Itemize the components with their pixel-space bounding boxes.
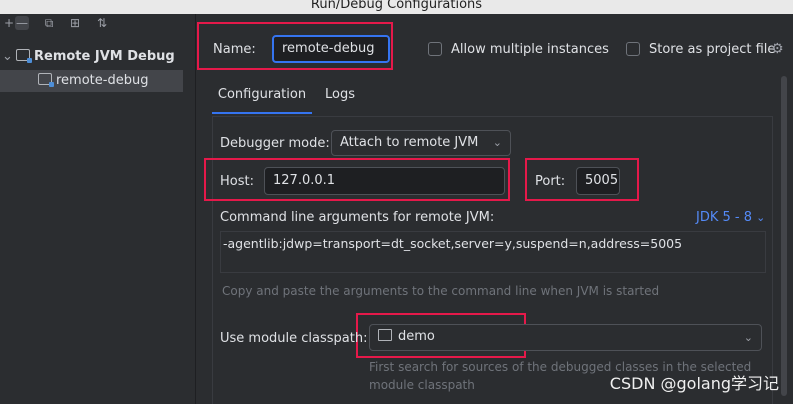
chevron-down-icon: ⌄ bbox=[492, 136, 502, 149]
module-hint-line2: module classpath bbox=[369, 378, 475, 392]
module-classpath-dropdown[interactable]: demo ⌄ bbox=[369, 324, 762, 351]
tree-item-label: remote-debug bbox=[56, 73, 149, 88]
debugger-mode-dropdown[interactable]: Attach to remote JVM ⌄ bbox=[331, 130, 511, 156]
tab-logs[interactable]: Logs bbox=[322, 80, 358, 112]
remove-icon[interactable]: — bbox=[15, 16, 29, 30]
cmd-args-field[interactable]: -agentlib:jdwp=transport=dt_socket,serve… bbox=[220, 231, 766, 273]
jdk-version-selector[interactable]: JDK 5 - 8 ⌄ bbox=[696, 210, 765, 225]
chevron-down-icon: ⌄ bbox=[743, 331, 753, 344]
cmd-args-hint: Copy and paste the arguments to the comm… bbox=[222, 284, 660, 298]
cmd-args-label: Command line arguments for remote JVM: bbox=[220, 210, 495, 225]
vertical-scrollbar[interactable] bbox=[781, 76, 787, 396]
store-project-checkbox[interactable] bbox=[626, 42, 640, 56]
port-field[interactable]: 5005 bbox=[576, 167, 620, 195]
module-folder-icon bbox=[378, 329, 392, 341]
host-label: Host: bbox=[220, 174, 254, 189]
name-label: Name: bbox=[213, 42, 256, 57]
folder-add-icon[interactable]: ⊞ bbox=[68, 16, 82, 30]
add-icon[interactable]: + bbox=[2, 16, 16, 30]
allow-multiple-checkbox[interactable] bbox=[428, 42, 442, 56]
jdk-version-label: JDK 5 - 8 bbox=[696, 210, 752, 225]
chevron-down-icon: ⌄ bbox=[756, 211, 766, 224]
port-label: Port: bbox=[535, 174, 566, 189]
host-field[interactable]: 127.0.0.1 bbox=[264, 167, 505, 195]
gear-icon[interactable]: ⚙ bbox=[771, 41, 784, 57]
tree-group-remote-jvm-debug[interactable]: ⌄ Remote JVM Debug bbox=[0, 46, 183, 68]
remote-debug-config-icon bbox=[16, 49, 32, 63]
allow-multiple-label: Allow multiple instances bbox=[451, 42, 609, 57]
watermark: CSDN @golang学习记 bbox=[609, 374, 779, 393]
name-field[interactable]: remote-debug bbox=[272, 35, 390, 63]
debugger-mode-value: Attach to remote JVM bbox=[340, 135, 479, 150]
module-classpath-value: demo bbox=[398, 329, 435, 344]
debugger-mode-label: Debugger mode: bbox=[220, 136, 330, 151]
store-project-label: Store as project file bbox=[649, 42, 776, 57]
tree-item-remote-debug[interactable]: remote-debug bbox=[0, 70, 183, 92]
module-classpath-label: Use module classpath: bbox=[220, 331, 368, 346]
remote-debug-config-icon bbox=[38, 73, 54, 87]
chevron-down-icon[interactable]: ⌄ bbox=[2, 46, 14, 68]
tree-group-label: Remote JVM Debug bbox=[34, 49, 175, 64]
pane-divider[interactable] bbox=[195, 14, 196, 404]
tab-configuration[interactable]: Configuration bbox=[212, 80, 312, 114]
sort-icon[interactable]: ⇅ bbox=[95, 16, 109, 30]
window-title: Run/Debug Configurations bbox=[310, 0, 483, 12]
copy-icon[interactable]: ⧉ bbox=[42, 16, 56, 30]
